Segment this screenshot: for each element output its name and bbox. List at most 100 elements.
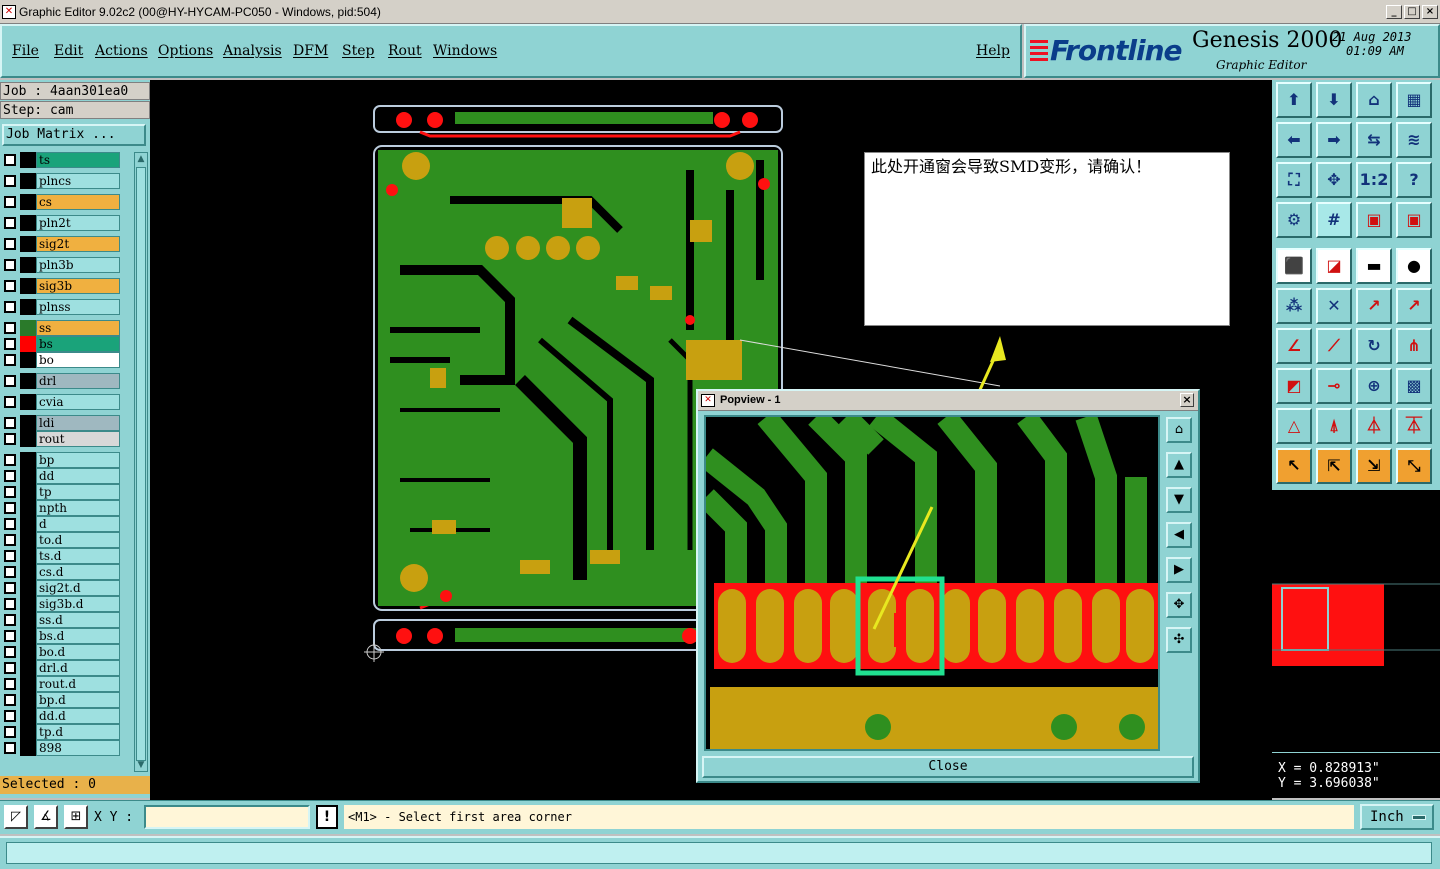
layer-color-swatch[interactable] [20, 532, 36, 548]
pan-right-icon[interactable]: ▶ [1166, 557, 1192, 583]
layer-snap2-tool-icon[interactable]: ▣ [1396, 202, 1432, 238]
layer-color-swatch[interactable] [20, 628, 36, 644]
layer-color-swatch[interactable] [20, 431, 36, 447]
copy-tool-icon[interactable]: ↗ [1396, 288, 1432, 324]
pan-left-tool-icon[interactable]: ⬅ [1276, 122, 1312, 158]
layer-name[interactable]: to.d [36, 532, 120, 548]
redraw-tool-icon[interactable]: ≋ [1396, 122, 1432, 158]
zoom-out-icon[interactable]: ✣ [1166, 627, 1192, 653]
layer-name[interactable]: rout.d [36, 676, 120, 692]
layer-row[interactable]: bp.d [0, 692, 134, 708]
layer-name[interactable]: bs.d [36, 628, 120, 644]
layer-color-swatch[interactable] [20, 516, 36, 532]
layer-name[interactable]: dd [36, 468, 120, 484]
layer-checkbox[interactable] [4, 534, 16, 546]
layer-row[interactable]: drl.d [0, 660, 134, 676]
layer-name[interactable]: sig3b.d [36, 596, 120, 612]
xy-input[interactable] [144, 805, 310, 829]
layer-checkbox[interactable] [4, 338, 16, 350]
layer-row[interactable]: bo.d [0, 644, 134, 660]
layer-checkbox[interactable] [4, 433, 16, 445]
layer-row[interactable]: bp [0, 452, 134, 468]
layer-row[interactable]: dd.d [0, 708, 134, 724]
layer-name[interactable]: pln3b [36, 257, 120, 273]
layer-checkbox[interactable] [4, 375, 16, 387]
layer-checkbox[interactable] [4, 694, 16, 706]
popview-close-icon[interactable]: × [1180, 393, 1194, 407]
layer-checkbox[interactable] [4, 454, 16, 466]
circle-tool-icon[interactable]: ● [1396, 248, 1432, 284]
layer-color-swatch[interactable] [20, 394, 36, 410]
pan-up-icon[interactable]: ▲ [1166, 452, 1192, 478]
layer-color-swatch[interactable] [20, 548, 36, 564]
job-matrix-button[interactable]: Job Matrix ... [2, 124, 146, 146]
layer-checkbox[interactable] [4, 550, 16, 562]
triangle3-tool-icon[interactable]: ⏃ [1356, 408, 1392, 444]
menu-actions[interactable]: Actions [95, 43, 148, 59]
layer-color-swatch[interactable] [20, 708, 36, 724]
snap-corner-icon[interactable]: ◸ [4, 805, 28, 829]
layer-color-swatch[interactable] [20, 352, 36, 368]
layer-color-swatch[interactable] [20, 373, 36, 389]
shapes-tool-icon[interactable]: ▩ [1396, 368, 1432, 404]
menu-windows[interactable]: Windows [433, 43, 497, 59]
split-tool-icon[interactable]: ⋔ [1396, 328, 1432, 364]
scroll-thumb[interactable] [136, 167, 146, 761]
cut-tool-icon[interactable]: ⊸ [1316, 368, 1352, 404]
layer-color-swatch[interactable] [20, 257, 36, 273]
delete-tool-icon[interactable]: ✕ [1316, 288, 1352, 324]
layer-row[interactable]: plncs [0, 173, 134, 189]
grid-tool-icon[interactable]: # [1316, 202, 1352, 238]
triangle2-tool-icon[interactable]: ⍋ [1316, 408, 1352, 444]
unit-selector[interactable]: Inch [1360, 804, 1434, 830]
layer-color-swatch[interactable] [20, 596, 36, 612]
grid-mode-icon[interactable]: ⊞ [64, 805, 88, 829]
layer-checkbox[interactable] [4, 196, 16, 208]
layer-row[interactable]: npth [0, 500, 134, 516]
layer-name[interactable]: sig3b [36, 278, 120, 294]
layer-name[interactable]: pln2t [36, 215, 120, 231]
layer-row[interactable]: ts.d [0, 548, 134, 564]
layer-color-swatch[interactable] [20, 236, 36, 252]
layer-checkbox[interactable] [4, 742, 16, 754]
layer-checkbox[interactable] [4, 470, 16, 482]
layer-row[interactable]: bo [0, 352, 134, 368]
layer-color-swatch[interactable] [20, 452, 36, 468]
layer-name[interactable]: rout [36, 431, 120, 447]
layer-checkbox[interactable] [4, 598, 16, 610]
angle-tool-icon[interactable]: ∠ [1276, 328, 1312, 364]
layer-checkbox[interactable] [4, 154, 16, 166]
layer-name[interactable]: cs [36, 194, 120, 210]
layer-checkbox[interactable] [4, 678, 16, 690]
layer-color-swatch[interactable] [20, 278, 36, 294]
menu-options[interactable]: Options [158, 43, 213, 59]
resize-tool-icon[interactable]: ◩ [1276, 368, 1312, 404]
layer-checkbox[interactable] [4, 710, 16, 722]
layer-color-swatch[interactable] [20, 692, 36, 708]
layer-color-swatch[interactable] [20, 660, 36, 676]
layer-name[interactable]: bp.d [36, 692, 120, 708]
layer-checkbox[interactable] [4, 417, 16, 429]
connect-tool-icon[interactable]: ⁂ [1276, 288, 1312, 324]
window-tool-icon[interactable]: ▦ [1396, 82, 1432, 118]
layer-row[interactable]: tp.d [0, 724, 134, 740]
measure-tool-icon[interactable]: ⚙ [1276, 202, 1312, 238]
layer-row[interactable]: cs [0, 194, 134, 210]
layer-color-swatch[interactable] [20, 215, 36, 231]
layer-checkbox[interactable] [4, 217, 16, 229]
layer-row[interactable]: ldi [0, 415, 134, 431]
layer-color-swatch[interactable] [20, 724, 36, 740]
triangle4-tool-icon[interactable]: ⏄ [1396, 408, 1432, 444]
triangle-tool-icon[interactable]: △ [1276, 408, 1312, 444]
pan-down-icon[interactable]: ▼ [1166, 487, 1192, 513]
layer-color-swatch[interactable] [20, 740, 36, 756]
layer-checkbox[interactable] [4, 566, 16, 578]
menu-rout[interactable]: Rout [388, 43, 422, 59]
layer-name[interactable]: cs.d [36, 564, 120, 580]
layer-name[interactable]: cvia [36, 394, 120, 410]
menu-step[interactable]: Step [342, 43, 374, 59]
layer-color-swatch[interactable] [20, 194, 36, 210]
layer-color-swatch[interactable] [20, 320, 36, 336]
layer-checkbox[interactable] [4, 175, 16, 187]
layer-name[interactable]: ss [36, 320, 120, 336]
